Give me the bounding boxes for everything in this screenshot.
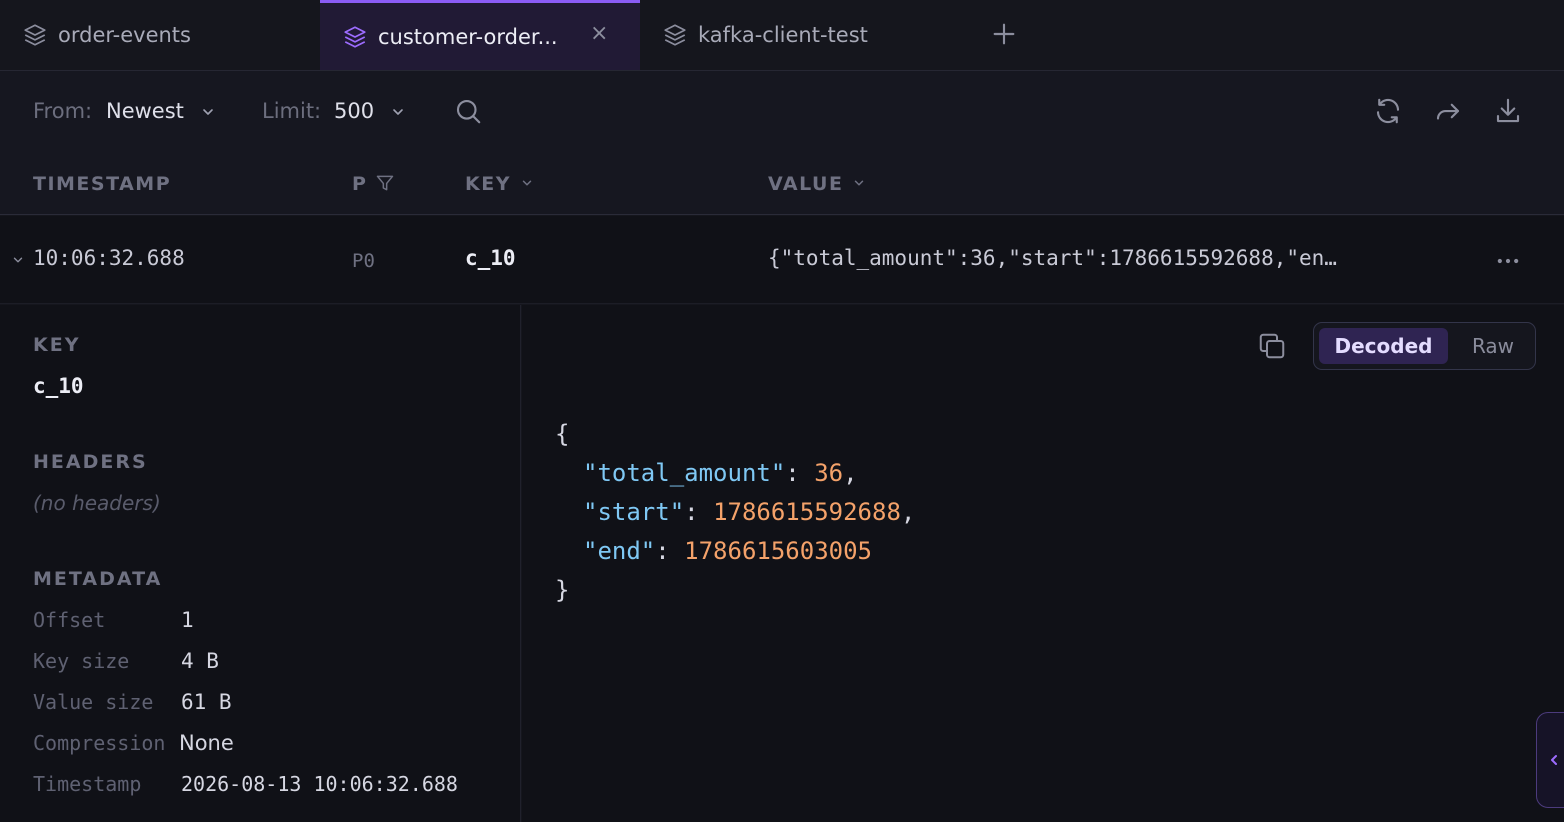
from-label: From: — [33, 99, 93, 123]
key-section-title: KEY — [33, 334, 81, 356]
tab-label: order-events — [58, 23, 191, 47]
table-row[interactable]: 10:06:32.688 P0 c_10 {"total_amount":36,… — [0, 216, 1564, 304]
metadata-label: Value size — [33, 690, 154, 714]
chevron-down-icon[interactable] — [852, 176, 866, 190]
json-key: "total_amount" — [583, 459, 786, 487]
json-line: "end": 1786615603005 — [583, 537, 872, 565]
column-key[interactable]: KEY — [465, 173, 511, 195]
refresh-icon[interactable] — [1373, 96, 1403, 126]
tab-customer-orders[interactable]: customer-order... × — [320, 0, 640, 70]
share-icon[interactable] — [1433, 96, 1463, 126]
limit-select[interactable]: 500 — [334, 99, 374, 123]
filter-icon[interactable] — [375, 173, 395, 193]
table-header: TIMESTAMP P KEY VALUE — [0, 155, 1564, 215]
json-line: "start": 1786615592688, — [583, 498, 916, 526]
tab-kafka-client-test[interactable]: kafka-client-test — [662, 0, 962, 70]
copy-icon[interactable] — [1257, 331, 1287, 361]
limit-label: Limit: — [262, 99, 322, 123]
more-icon[interactable] — [1494, 247, 1522, 275]
metadata-value: None — [179, 731, 234, 755]
row-value: {"total_amount":36,"start":1786615592688… — [768, 246, 1337, 270]
tab-order-events[interactable]: order-events — [22, 0, 320, 70]
json-line: "total_amount": 36, — [583, 459, 858, 487]
column-timestamp[interactable]: TIMESTAMP — [33, 173, 171, 195]
layers-icon — [24, 24, 46, 46]
metadata-label: Compression — [33, 731, 166, 755]
close-icon[interactable]: × — [590, 21, 608, 46]
decoded-button[interactable]: Decoded — [1319, 328, 1448, 364]
chevron-down-icon[interactable] — [520, 176, 534, 190]
raw-button[interactable]: Raw — [1454, 328, 1532, 364]
metadata-value: 61 B — [181, 690, 232, 714]
json-number: 1786615592688 — [713, 498, 901, 526]
column-value[interactable]: VALUE — [768, 173, 843, 195]
headers-section-title: HEADERS — [33, 451, 148, 473]
from-select[interactable]: Newest — [106, 99, 184, 123]
column-partition[interactable]: P — [352, 173, 367, 195]
metadata-value: 2026-08-13 10:06:32.688 — [181, 772, 458, 796]
tab-bar: order-events customer-order... × kafka-c… — [0, 0, 1564, 71]
metadata-label: Offset — [33, 608, 106, 632]
metadata-label: Timestamp — [33, 772, 142, 796]
json-number: 1786615603005 — [684, 537, 872, 565]
view-mode-toggle: Decoded Raw — [1313, 322, 1536, 370]
json-close-brace: } — [555, 576, 570, 604]
json-key: "start" — [583, 498, 685, 526]
json-open-brace: { — [555, 420, 570, 448]
metadata-section-title: METADATA — [33, 568, 163, 590]
metadata-value: 4 B — [181, 649, 219, 673]
json-separator: , — [843, 459, 858, 487]
row-key: c_10 — [465, 246, 516, 270]
toolbar: From: Newest Limit: 500 — [0, 71, 1564, 155]
metadata-value: 1 — [181, 608, 194, 632]
side-panel-handle[interactable] — [1536, 712, 1564, 808]
download-icon[interactable] — [1493, 96, 1523, 126]
row-partition: P0 — [352, 250, 375, 272]
search-icon[interactable] — [453, 96, 483, 126]
layers-icon — [344, 25, 366, 48]
tab-label: customer-order... — [378, 24, 558, 49]
chevron-down-icon[interactable] — [11, 253, 25, 267]
json-number: 36 — [814, 459, 844, 487]
json-key: "end" — [583, 537, 656, 565]
headers-empty: (no headers) — [33, 491, 161, 515]
chevron-left-icon — [1551, 755, 1557, 765]
json-separator: , — [900, 498, 916, 526]
key-value: c_10 — [33, 374, 84, 398]
row-timestamp: 10:06:32.688 — [33, 246, 185, 270]
tab-label: kafka-client-test — [698, 23, 868, 47]
add-tab-icon[interactable] — [988, 18, 1020, 50]
layers-icon — [664, 24, 686, 46]
chevron-down-icon[interactable] — [390, 104, 406, 120]
chevron-down-icon[interactable] — [200, 104, 216, 120]
metadata-label: Key size — [33, 649, 130, 673]
